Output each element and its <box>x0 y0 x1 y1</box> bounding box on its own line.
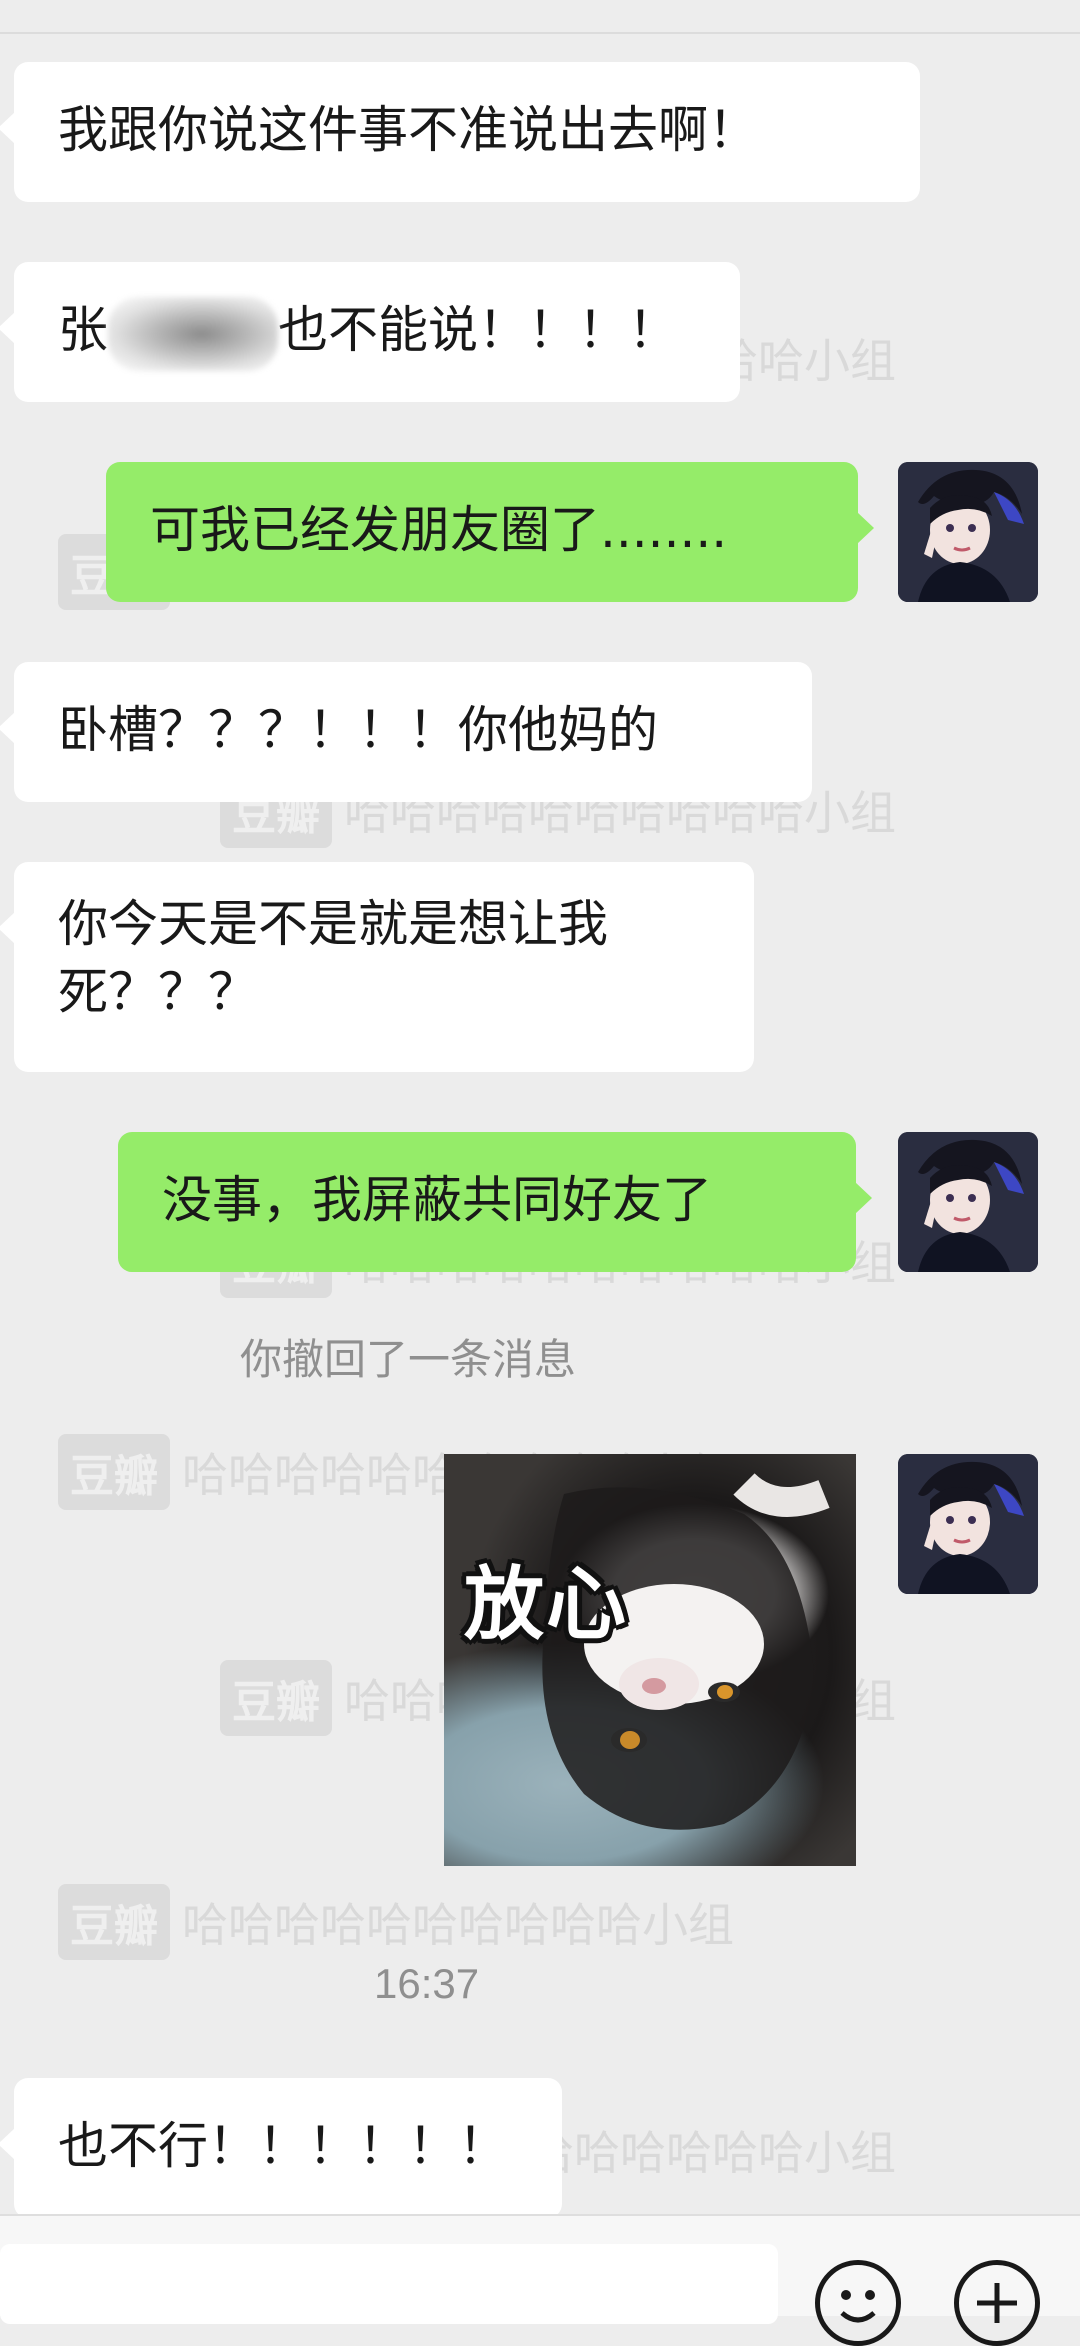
message-text: 卧槽？？？！！！你他妈的 <box>58 701 658 759</box>
sticker-caption: 放心 <box>464 1558 628 1651</box>
message-text-line: 你今天是不是就是想让我 <box>58 895 608 953</box>
anime-avatar-icon <box>898 462 1038 602</box>
timestamp: 16:37 <box>374 1960 480 2007</box>
anime-avatar-icon <box>898 1132 1038 1272</box>
outgoing-message[interactable]: 可我已经发朋友圈了........ <box>106 462 874 602</box>
message-text-lead: 张 <box>58 301 108 359</box>
outgoing-message[interactable]: 没事，我屏蔽共同好友了 <box>118 1132 872 1272</box>
recall-notice[interactable]: 你撤回了一条消息 <box>240 1326 576 1387</box>
input-toolbar <box>0 2214 1080 2346</box>
avatar[interactable] <box>898 1454 1038 1594</box>
incoming-message[interactable]: 你今天是不是就是想让我 死？？？ <box>0 862 754 1072</box>
message-text: 没事，我屏蔽共同好友了 <box>162 1171 712 1229</box>
top-divider <box>0 32 1080 34</box>
smiley-icon <box>840 2290 876 2323</box>
sticker-image[interactable]: 放心 <box>444 1454 856 1866</box>
message-input[interactable] <box>0 2244 778 2324</box>
message-text-line: 死？？？ <box>58 963 258 1021</box>
watermark: 豆瓣哈哈哈哈哈哈哈哈哈哈小组 <box>58 1884 734 1960</box>
incoming-message[interactable]: 也不行！！！！！！ <box>0 2078 562 2218</box>
avatar[interactable] <box>898 462 1038 602</box>
plus-icon <box>977 2283 1017 2323</box>
emoji-button[interactable] <box>815 2260 901 2346</box>
blurred-name <box>108 296 278 371</box>
message-text: 可我已经发朋友圈了........ <box>150 501 728 559</box>
incoming-message[interactable]: 我跟你说这件事不准说出去啊！ <box>0 62 920 202</box>
cat-sticker-icon <box>542 1472 830 1830</box>
incoming-message[interactable]: 张 也不能说！！！！ <box>0 262 740 402</box>
more-button[interactable] <box>954 2260 1040 2346</box>
anime-avatar-icon <box>898 1454 1038 1594</box>
message-text: 我跟你说这件事不准说出去啊！ <box>58 101 758 159</box>
message-text: 也不行！！！！！！ <box>58 2117 508 2175</box>
message-text: 也不能说！！！！ <box>278 301 678 359</box>
incoming-message[interactable]: 卧槽？？？！！！你他妈的 <box>0 662 812 802</box>
avatar[interactable] <box>898 1132 1038 1272</box>
